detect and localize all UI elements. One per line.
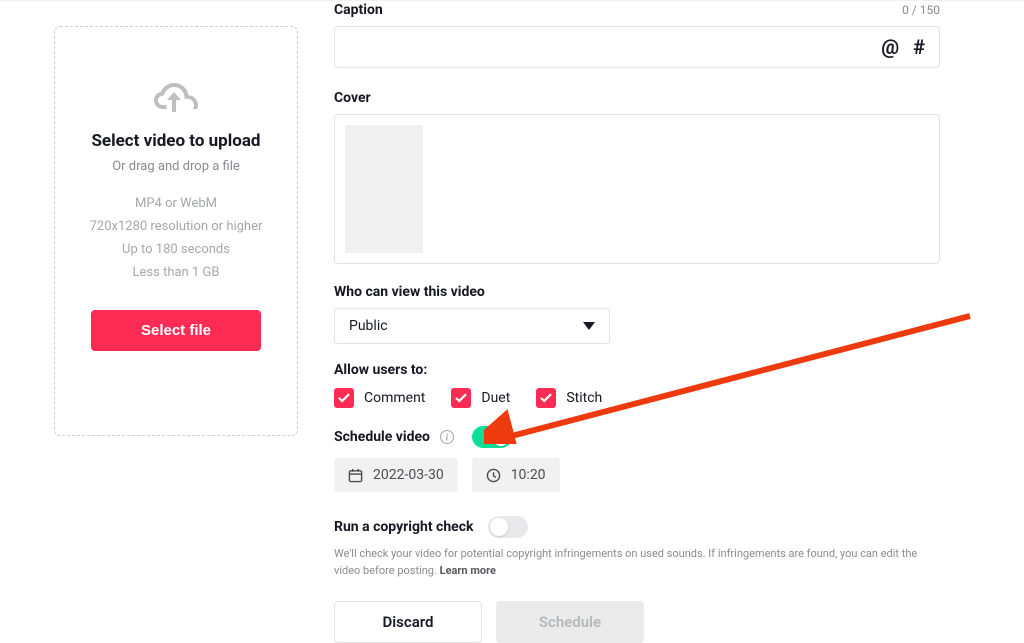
calendar-icon xyxy=(348,468,363,483)
cover-selector[interactable] xyxy=(334,114,940,264)
caption-input[interactable] xyxy=(349,27,867,67)
mention-icon[interactable]: @ xyxy=(881,35,899,59)
req-duration: Up to 180 seconds xyxy=(122,242,230,257)
checkbox-stitch-label: Stitch xyxy=(566,390,602,406)
select-file-button[interactable]: Select file xyxy=(91,310,261,351)
toggle-knob xyxy=(490,518,508,536)
checkbox-duet[interactable] xyxy=(451,388,471,408)
upload-requirements: MP4 or WebM 720x1280 resolution or highe… xyxy=(90,196,263,280)
cloud-upload-icon xyxy=(154,83,198,115)
upload-subtitle: Or drag and drop a file xyxy=(112,159,240,174)
check-icon xyxy=(338,393,350,403)
caption-field-wrapper: @ # xyxy=(334,26,940,68)
copyright-label: Run a copyright check xyxy=(334,519,474,535)
check-icon xyxy=(540,393,552,403)
learn-more-link[interactable]: Learn more xyxy=(440,564,496,577)
info-icon[interactable]: i xyxy=(440,430,454,444)
visibility-select[interactable]: Public xyxy=(334,308,610,344)
schedule-toggle[interactable] xyxy=(472,426,512,448)
schedule-label: Schedule video xyxy=(334,429,430,445)
checkbox-comment-label: Comment xyxy=(364,390,425,406)
cover-thumbnail-placeholder xyxy=(345,125,423,253)
copyright-description: We'll check your video for potential cop… xyxy=(334,546,940,579)
schedule-time-value: 10:20 xyxy=(511,467,546,483)
req-format: MP4 or WebM xyxy=(135,196,217,211)
copyright-toggle[interactable] xyxy=(488,516,528,538)
visibility-selected-value: Public xyxy=(349,318,388,334)
schedule-time-picker[interactable]: 10:20 xyxy=(472,458,560,492)
req-size: Less than 1 GB xyxy=(133,265,220,280)
toggle-knob xyxy=(492,428,510,446)
hashtag-icon[interactable]: # xyxy=(913,35,925,59)
checkbox-comment[interactable] xyxy=(334,388,354,408)
req-resolution: 720x1280 resolution or higher xyxy=(90,219,263,234)
schedule-date-value: 2022-03-30 xyxy=(373,467,444,483)
caption-char-count: 0 / 150 xyxy=(902,3,940,17)
cover-label: Cover xyxy=(334,90,940,106)
upload-dropzone[interactable]: Select video to upload Or drag and drop … xyxy=(54,26,298,436)
schedule-date-picker[interactable]: 2022-03-30 xyxy=(334,458,458,492)
checkbox-duet-label: Duet xyxy=(481,390,510,406)
allow-label: Allow users to: xyxy=(334,362,940,378)
upload-title: Select video to upload xyxy=(91,131,260,151)
visibility-label: Who can view this video xyxy=(334,284,940,300)
chevron-down-icon xyxy=(583,322,595,330)
check-icon xyxy=(455,393,467,403)
copyright-desc-text: We'll check your video for potential cop… xyxy=(334,547,917,577)
caption-label: Caption xyxy=(334,2,383,18)
clock-icon xyxy=(486,468,501,483)
checkbox-stitch[interactable] xyxy=(536,388,556,408)
